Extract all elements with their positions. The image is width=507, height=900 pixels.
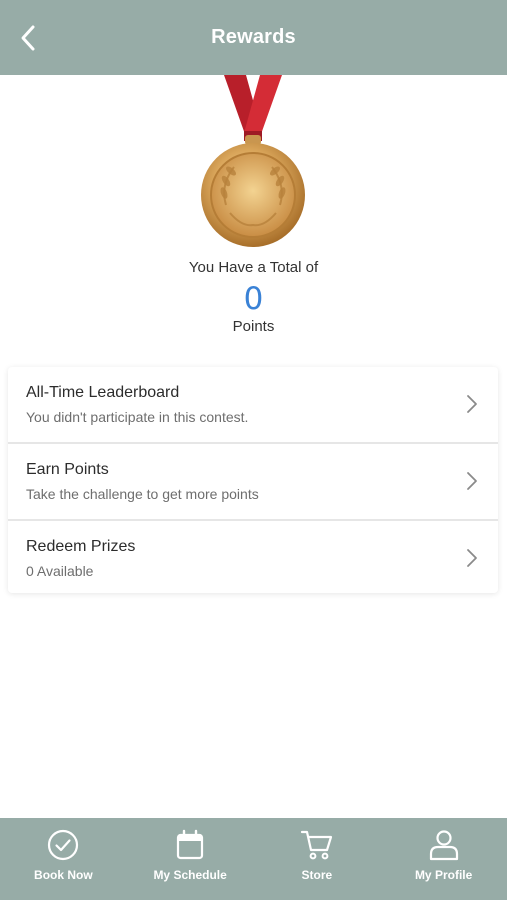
chevron-right-icon — [467, 549, 477, 567]
tab-book-now[interactable]: Book Now — [0, 818, 127, 900]
earn-points-row[interactable]: Earn Points Take the challenge to get mo… — [8, 444, 498, 521]
page-title: Rewards — [211, 26, 296, 48]
redeem-prizes-row[interactable]: Redeem Prizes 0 Available — [8, 521, 498, 596]
chevron-left-icon — [21, 25, 35, 51]
list-item-subtitle: Take the challenge to get more points — [26, 486, 259, 502]
list-item-title: All-Time Leaderboard — [26, 384, 180, 401]
tab-label: Store — [301, 868, 333, 882]
tab-label: My Profile — [414, 868, 473, 882]
person-icon — [429, 830, 458, 861]
check-circle-icon — [48, 829, 79, 861]
back-button[interactable] — [10, 18, 46, 58]
list-item-subtitle: 0 Available — [26, 563, 94, 579]
leaderboard-row[interactable]: All-Time Leaderboard You didn't particip… — [8, 367, 498, 444]
tab-store[interactable]: Store — [254, 818, 381, 900]
list-item-subtitle: You didn't participate in this contest. — [26, 409, 249, 425]
bottom-tab-bar: Book Now My Schedule Store My Profile — [0, 818, 507, 900]
tab-label: Book Now — [34, 868, 93, 882]
chevron-right-icon — [467, 472, 477, 490]
gold-medal-icon — [190, 75, 316, 255]
top-navigation-bar: Rewards — [0, 0, 507, 75]
cart-icon — [300, 830, 332, 860]
calendar-icon — [177, 829, 204, 860]
tab-my-schedule[interactable]: My Schedule — [127, 818, 254, 900]
rewards-list: All-Time Leaderboard You didn't particip… — [8, 367, 498, 593]
points-unit-label: Points — [232, 318, 275, 335]
points-total-label: You Have a Total of — [188, 259, 319, 276]
chevron-right-icon — [467, 395, 477, 413]
list-item-title: Earn Points — [26, 461, 109, 478]
list-item-title: Redeem Prizes — [26, 538, 136, 555]
tab-label: My Schedule — [153, 868, 227, 882]
tab-my-profile[interactable]: My Profile — [380, 818, 507, 900]
points-value: 0 — [243, 281, 264, 317]
